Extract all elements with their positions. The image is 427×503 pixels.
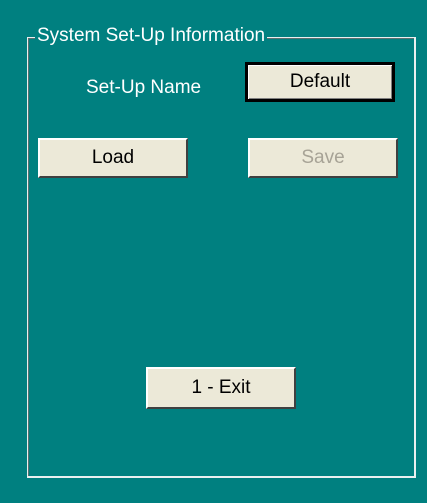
system-setup-groupbox xyxy=(27,37,416,478)
load-button[interactable]: Load xyxy=(38,138,188,178)
setup-window: System Set-Up Information Set-Up Name De… xyxy=(0,0,427,503)
setup-name-button[interactable]: Default xyxy=(245,62,395,102)
exit-button[interactable]: 1 - Exit xyxy=(146,367,296,409)
setup-name-label: Set-Up Name xyxy=(86,77,202,98)
groupbox-title: System Set-Up Information xyxy=(35,24,268,48)
save-button[interactable]: Save xyxy=(248,138,398,178)
